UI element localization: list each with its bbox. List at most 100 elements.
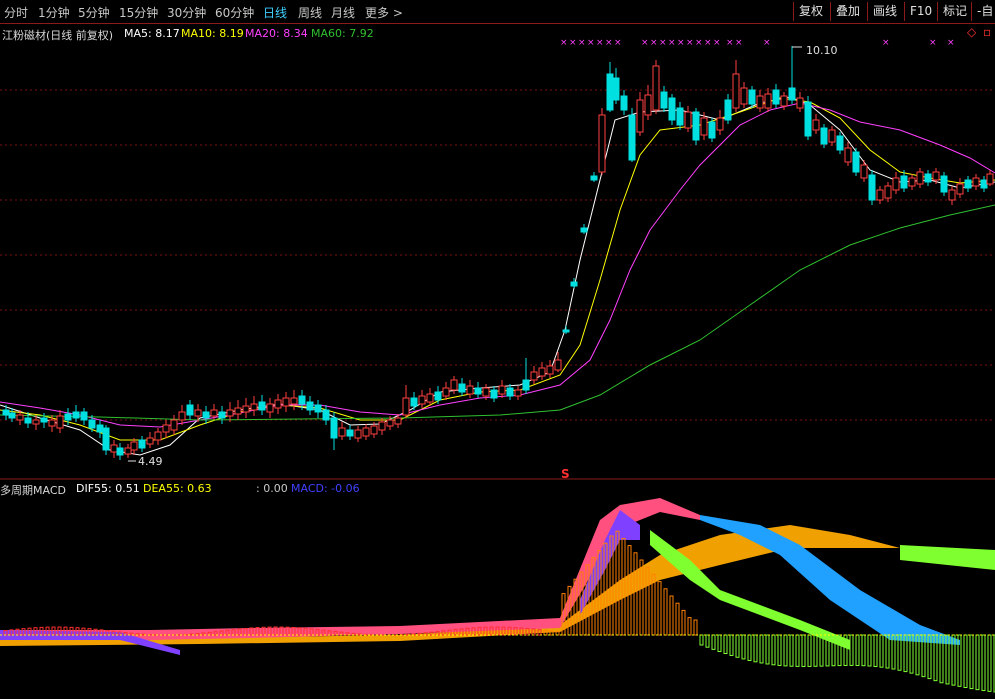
candle-body: [354, 429, 362, 439]
candle-body: [322, 409, 330, 421]
candle-body: [764, 93, 772, 109]
kline-chart[interactable]: × × × × × × × × × × × × × × × × × × × × × × 10.10 4.49 S: [0, 0, 995, 699]
candle-body: [860, 164, 868, 179]
macd-bar: [981, 634, 986, 692]
signal-x-mark: ×: [605, 38, 613, 48]
candle-body: [546, 365, 554, 375]
candle-body: [170, 419, 178, 431]
candle-body: [96, 424, 104, 433]
macd-bar: [867, 634, 872, 667]
macd-bar: [879, 634, 884, 668]
candle-body: [506, 387, 514, 397]
signal-x-mark: ×: [929, 38, 937, 48]
candle-body: [606, 73, 614, 111]
candle-body: [844, 147, 852, 163]
candle-body: [724, 99, 732, 121]
macd-bar: [675, 602, 680, 636]
candle-body: [636, 99, 644, 133]
candle-body: [538, 367, 546, 377]
signal-x-mark: ×: [763, 38, 771, 48]
candle-body: [378, 421, 386, 431]
candle-body: [154, 431, 162, 441]
candle-body: [956, 183, 964, 195]
candle-body: [116, 447, 124, 456]
candle-body: [458, 383, 466, 393]
candle-body: [756, 95, 764, 109]
macd-bar: [693, 619, 698, 636]
candle-body: [8, 412, 16, 419]
candle-body: [402, 397, 410, 416]
macd-bar: [813, 634, 818, 667]
candle-body: [570, 281, 578, 287]
candle-body: [740, 87, 748, 105]
signal-x-mark: ×: [726, 38, 734, 48]
macd-bar: [669, 595, 674, 636]
macd-bar: [759, 634, 764, 664]
candle-body: [812, 119, 820, 131]
candle-body: [668, 97, 676, 121]
candle-body: [64, 413, 72, 421]
candle-body: [932, 171, 940, 181]
candle-body: [24, 417, 32, 424]
candle-body: [146, 437, 154, 445]
macd-bar: [705, 634, 710, 648]
signal-x-mark: ×: [713, 38, 721, 48]
candle-body: [346, 429, 354, 437]
ma60-line: [0, 204, 995, 421]
candle-body: [178, 411, 186, 421]
macd-bar: [963, 634, 968, 688]
candle-body: [986, 173, 994, 185]
candle-body: [514, 389, 522, 397]
signal-x-mark: ×: [704, 38, 712, 48]
candle-body: [940, 175, 948, 193]
candle-body: [418, 395, 426, 405]
candle-body: [820, 127, 828, 145]
candle-body: [676, 107, 684, 126]
candle-body: [258, 401, 266, 411]
candle-body: [274, 399, 282, 409]
signal-x-mark: ×: [947, 38, 955, 48]
candle-body: [16, 414, 24, 421]
candle-body: [138, 439, 146, 449]
candle-body: [218, 411, 226, 419]
candle-body: [972, 177, 980, 187]
candle-body: [684, 111, 692, 129]
macd-bar: [651, 573, 656, 636]
candle-body: [362, 427, 370, 437]
signal-x-mark: ×: [650, 38, 658, 48]
candle-body: [908, 177, 916, 187]
candle-body: [628, 114, 636, 161]
candle-body: [426, 393, 434, 403]
candle-body: [450, 379, 458, 391]
candle-body: [32, 419, 40, 425]
candle-body: [466, 385, 474, 395]
macd-bar: [969, 634, 974, 690]
candlesticks: [2, 46, 994, 460]
candle-body: [692, 111, 700, 141]
macd-bar: [765, 634, 770, 665]
candle-body: [338, 427, 346, 437]
macd-bands: [0, 498, 995, 655]
macd-bar: [873, 634, 878, 668]
macd-bar: [777, 634, 782, 666]
candle-body: [370, 425, 378, 435]
candle-body: [394, 417, 402, 425]
macd-bar: [723, 634, 728, 655]
candle-body: [612, 77, 620, 101]
candle-body: [410, 397, 418, 407]
candle-body: [900, 175, 908, 189]
candle-body: [130, 441, 138, 451]
candle-body: [868, 174, 876, 201]
signal-x-mark: ×: [560, 38, 568, 48]
macd-bar: [735, 634, 740, 658]
candle-body: [110, 444, 118, 453]
macd-bar: [633, 552, 638, 636]
band-green-right: [900, 545, 995, 570]
macd-bar: [747, 634, 752, 661]
signal-x-mark: ×: [587, 38, 595, 48]
candle-body: [210, 409, 218, 417]
candle-body: [298, 395, 306, 405]
candle-body: [80, 411, 88, 421]
macd-bar: [783, 634, 788, 667]
candle-body: [186, 404, 194, 416]
